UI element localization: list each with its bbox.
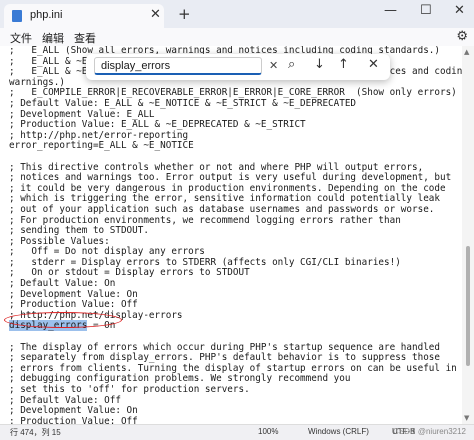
close-window-icon[interactable]: ✕ bbox=[454, 3, 465, 18]
zoom-level[interactable]: 100% bbox=[258, 427, 278, 436]
menu-edit[interactable]: 编辑 bbox=[42, 30, 64, 46]
close-tab-icon[interactable]: ✕ bbox=[150, 7, 161, 22]
notepad-icon bbox=[12, 10, 22, 22]
gear-icon[interactable]: ⚙ bbox=[456, 28, 468, 44]
find-bar: ✕ ⌕ ↓ ↑ ✕ bbox=[86, 54, 390, 80]
maximize-icon[interactable]: ☐ bbox=[420, 3, 432, 18]
scroll-thumb[interactable] bbox=[466, 246, 470, 366]
menu-bar: 文件 编辑 查看 ⚙ bbox=[0, 28, 474, 46]
scroll-down-icon[interactable]: ▼ bbox=[464, 414, 469, 422]
red-annotation-circle bbox=[4, 312, 122, 328]
editor-line: ; Default Value: E_ALL & ~E_NOTICE & ~E_… bbox=[9, 97, 357, 109]
new-tab-icon[interactable]: + bbox=[178, 5, 191, 23]
tab-title: php.ini bbox=[30, 9, 63, 21]
tab-php-ini[interactable]: php.ini ✕ bbox=[4, 4, 164, 28]
editor-line: ; Production Value: Off bbox=[9, 415, 138, 424]
status-bar: 行 474，列 15 100% Windows (CRLF) UTF-8 CSD… bbox=[0, 424, 474, 440]
editor-line: ; out of your application such as databa… bbox=[9, 203, 435, 215]
find-previous-icon[interactable]: ↑ bbox=[338, 57, 349, 72]
find-input[interactable] bbox=[94, 57, 262, 75]
minimize-icon[interactable]: — bbox=[384, 3, 397, 18]
find-next-icon[interactable]: ↓ bbox=[314, 57, 325, 72]
scroll-up-icon[interactable]: ▲ bbox=[464, 48, 469, 56]
editor-line: error_reporting=E_ALL & ~E_NOTICE bbox=[9, 140, 194, 152]
menu-view[interactable]: 查看 bbox=[74, 30, 96, 46]
cursor-position: 行 474，列 15 bbox=[10, 428, 61, 437]
editor-lines: ; E_ALL (Show all errors, warnings and n… bbox=[0, 46, 462, 424]
title-bar: php.ini ✕ + — ☐ ✕ bbox=[0, 0, 474, 28]
editor-line: ; set this to 'off' for production serve… bbox=[9, 384, 250, 395]
search-icon[interactable]: ⌕ bbox=[288, 57, 295, 72]
vertical-scrollbar[interactable]: ▲ ▼ bbox=[462, 46, 474, 424]
line-ending[interactable]: Windows (CRLF) bbox=[308, 427, 369, 436]
text-editor[interactable]: ; E_ALL (Show all errors, warnings and n… bbox=[0, 46, 462, 424]
menu-file[interactable]: 文件 bbox=[10, 30, 32, 46]
watermark: CSDN @niuren3212 bbox=[392, 427, 466, 436]
close-find-icon[interactable]: ✕ bbox=[368, 57, 379, 72]
clear-search-icon[interactable]: ✕ bbox=[269, 59, 278, 72]
